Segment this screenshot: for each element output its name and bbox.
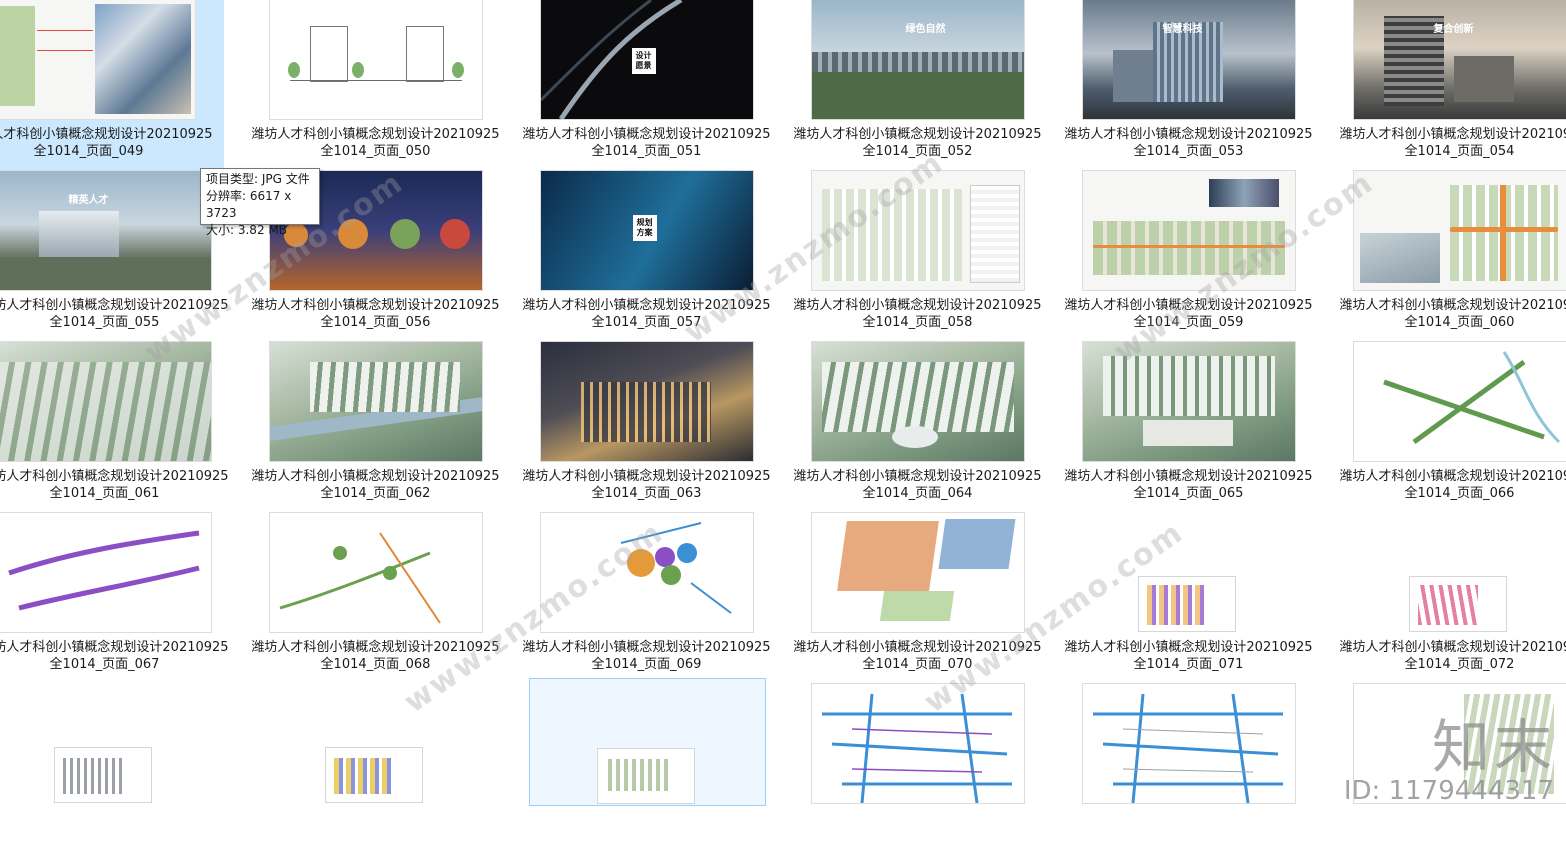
file-name: 潍坊人才科创小镇概念规划设计20210925 全1014_页面_052: [793, 127, 1042, 159]
file-item-062[interactable]: 潍坊人才科创小镇概念规划设计20210925 全1014_页面_062: [240, 342, 511, 513]
file-info-tooltip: 项目类型: JPG 文件 分辨率: 6617 x 3723 大小: 3.82 M…: [200, 168, 320, 237]
file-name: 潍坊人才科创小镇概念规划设计20210925全1014_页面_049: [0, 127, 213, 159]
tooltip-resolution: 分辨率: 6617 x 3723: [206, 189, 292, 220]
file-name: 潍坊人才科创小镇概念规划设计20210925 全1014_页面_065: [1064, 469, 1313, 501]
thumbnail-052: 绿色自然: [811, 0, 1024, 119]
thumbnail-art: [821, 693, 1012, 803]
thumbnail-055: 精英人才: [0, 171, 211, 290]
thumbnail-art: [279, 532, 441, 624]
thumbnail-050: [269, 0, 482, 119]
thumbnail-062: [269, 342, 482, 461]
file-name: 潍坊人才科创小镇概念规划设计20210925 全1014_页面_051: [522, 127, 771, 159]
green-nature-label: 绿色自然: [905, 24, 946, 35]
thumbnail-art: [620, 522, 732, 614]
file-name: 潍坊人才科创小镇概念规划设计2021092 全1014_页面_066: [1339, 469, 1566, 501]
file-name: 潍坊人才科创小镇概念规划设计20210925 全1014_页面_053: [1064, 127, 1313, 159]
brand-id-watermark: ID: 1179444317: [1343, 776, 1554, 806]
file-item-060[interactable]: 潍坊人才科创小镇概念规划设计2021092 全1014_页面_060: [1324, 171, 1566, 342]
thumbnail-061: [0, 342, 211, 461]
file-item-073[interactable]: [0, 684, 240, 855]
file-item-059[interactable]: 潍坊人才科创小镇概念规划设计20210925 全1014_页面_059: [1053, 171, 1324, 342]
thumbnail-068: [269, 513, 482, 632]
file-name: 潍坊人才科创小镇概念规划设计20210925 全1014_页面_055: [0, 298, 229, 330]
file-item-068[interactable]: 潍坊人才科创小镇概念规划设计20210925 全1014_页面_068: [240, 513, 511, 684]
file-item-052[interactable]: 绿色自然 潍坊人才科创小镇概念规划设计20210925 全1014_页面_052: [782, 0, 1053, 171]
file-item-067[interactable]: 潍坊人才科创小镇概念规划设计20210925 全1014_页面_067: [0, 513, 240, 684]
thumbnail-060: [1353, 171, 1566, 290]
thumbnail-075: [598, 749, 694, 803]
thumbnail-057: 规划 方案: [540, 171, 753, 290]
thumbnail-076: [811, 684, 1024, 803]
file-name: 潍坊人才科创小镇概念规划设计20210925 全1014_页面_057: [522, 298, 771, 330]
thumbnail-067: [0, 513, 211, 632]
thumbnail-063: [540, 342, 753, 461]
file-item-065[interactable]: 潍坊人才科创小镇概念规划设计20210925 全1014_页面_065: [1053, 342, 1324, 513]
thumbnail-058: [811, 171, 1024, 290]
thumbnail-072: [1410, 577, 1506, 631]
thumbnail-059: [1082, 171, 1295, 290]
thumbnail-069: [540, 513, 753, 632]
file-item-053[interactable]: 智慧科技 潍坊人才科创小镇概念规划设计20210925 全1014_页面_053: [1053, 0, 1324, 171]
file-name: 潍坊人才科创小镇概念规划设计20210925 全1014_页面_068: [251, 640, 500, 672]
file-name: 潍坊人才科创小镇概念规划设计20210925 全1014_页面_063: [522, 469, 771, 501]
file-name: 潍坊人才科创小镇概念规划设计20210925 全1014_页面_058: [793, 298, 1042, 330]
file-name: 潍坊人才科创小镇概念规划设计20210925 全1014_页面_069: [522, 640, 771, 672]
file-item-058[interactable]: 潍坊人才科创小镇概念规划设计20210925 全1014_页面_058: [782, 171, 1053, 342]
file-name: 潍坊人才科创小镇概念规划设计20210925 全1014_页面_071: [1064, 640, 1313, 672]
thumbnail-071: [1139, 577, 1235, 631]
thumbnail-066: [1353, 342, 1566, 461]
thumbnail-065: [1082, 342, 1295, 461]
thumbnail-art: [1092, 693, 1283, 803]
file-item-064[interactable]: 潍坊人才科创小镇概念规划设计20210925 全1014_页面_064: [782, 342, 1053, 513]
file-item-077[interactable]: [1053, 684, 1324, 855]
file-name: 潍坊人才科创小镇概念规划设计2021092 全1014_页面_060: [1339, 298, 1566, 330]
file-item-057[interactable]: 规划 方案 潍坊人才科创小镇概念规划设计20210925 全1014_页面_057: [511, 171, 782, 342]
file-item-054[interactable]: 复合创新 潍坊人才科创小镇概念规划设计2021092 全1014_页面_054: [1324, 0, 1566, 171]
file-name: 潍坊人才科创小镇概念规划设计20210925 全1014_页面_061: [0, 469, 229, 501]
file-name: 潍坊人才科创小镇概念规划设计20210925 全1014_页面_056: [251, 298, 500, 330]
planning-scheme-label: 规划 方案: [632, 215, 657, 241]
thumbnail-077: [1082, 684, 1295, 803]
tooltip-type: 项目类型: JPG 文件: [206, 172, 310, 186]
file-name: 潍坊人才科创小镇概念规划设计20210925 全1014_页面_070: [793, 640, 1042, 672]
file-item-050[interactable]: 潍坊人才科创小镇概念规划设计20210925 全1014_页面_050: [240, 0, 511, 171]
file-name: 潍坊人才科创小镇概念规划设计20210925 全1014_页面_059: [1064, 298, 1313, 330]
tooltip-size: 大小: 3.82 MB: [206, 223, 287, 237]
thumbnail-074: [326, 748, 422, 802]
thumbnail-064: [811, 342, 1024, 461]
thumbnail-art: [1382, 351, 1560, 445]
file-name: 潍坊人才科创小镇概念规划设计20210925 全1014_页面_062: [251, 469, 500, 501]
design-vision-label: 设计 愿景: [631, 48, 656, 74]
file-item-074[interactable]: [240, 684, 511, 855]
file-name: 潍坊人才科创小镇概念规划设计20210925 全1014_页面_050: [251, 127, 500, 159]
file-item-049[interactable]: 潍坊人才科创小镇概念规划设计20210925全1014_页面_049: [0, 0, 224, 171]
file-item-071[interactable]: 潍坊人才科创小镇概念规划设计20210925 全1014_页面_071: [1053, 513, 1324, 684]
file-item-069[interactable]: 潍坊人才科创小镇概念规划设计20210925 全1014_页面_069: [511, 513, 782, 684]
file-item-061[interactable]: 潍坊人才科创小镇概念规划设计20210925 全1014_页面_061: [0, 342, 240, 513]
file-name: 潍坊人才科创小镇概念规划设计2021092 全1014_页面_054: [1339, 127, 1566, 159]
thumbnail-073: [55, 748, 151, 802]
file-name: 潍坊人才科创小镇概念规划设计20210925 全1014_页面_064: [793, 469, 1042, 501]
smart-tech-label: 智慧科技: [1162, 24, 1203, 35]
file-item-063[interactable]: 潍坊人才科创小镇概念规划设计20210925 全1014_页面_063: [511, 342, 782, 513]
file-item-076[interactable]: [782, 684, 1053, 855]
file-name: 潍坊人才科创小镇概念规划设计20210925 全1014_页面_067: [0, 640, 229, 672]
file-item-075[interactable]: [529, 678, 766, 806]
thumbnail-054: 复合创新: [1353, 0, 1566, 119]
file-name: 潍坊人才科创小镇概念规划设计2021092 全1014_页面_072: [1339, 640, 1566, 672]
file-item-070[interactable]: 潍坊人才科创小镇概念规划设计20210925 全1014_页面_070: [782, 513, 1053, 684]
file-item-051[interactable]: 设计 愿景 潍坊人才科创小镇概念规划设计20210925 全1014_页面_051: [511, 0, 782, 171]
thumbnail-053: 智慧科技: [1082, 0, 1295, 119]
brand-watermark: 知末: [1431, 713, 1556, 781]
elite-talent-label: 精英人才: [68, 195, 109, 206]
composite-innovation-label: 复合创新: [1433, 24, 1474, 35]
thumbnail-art: [7, 530, 200, 611]
file-item-066[interactable]: 潍坊人才科创小镇概念规划设计2021092 全1014_页面_066: [1324, 342, 1566, 513]
thumbnail-049: [0, 0, 195, 119]
thumbnail-051: 设计 愿景: [540, 0, 753, 119]
thumbnail-070: [811, 513, 1024, 632]
file-item-072[interactable]: 潍坊人才科创小镇概念规划设计2021092 全1014_页面_072: [1324, 513, 1566, 684]
